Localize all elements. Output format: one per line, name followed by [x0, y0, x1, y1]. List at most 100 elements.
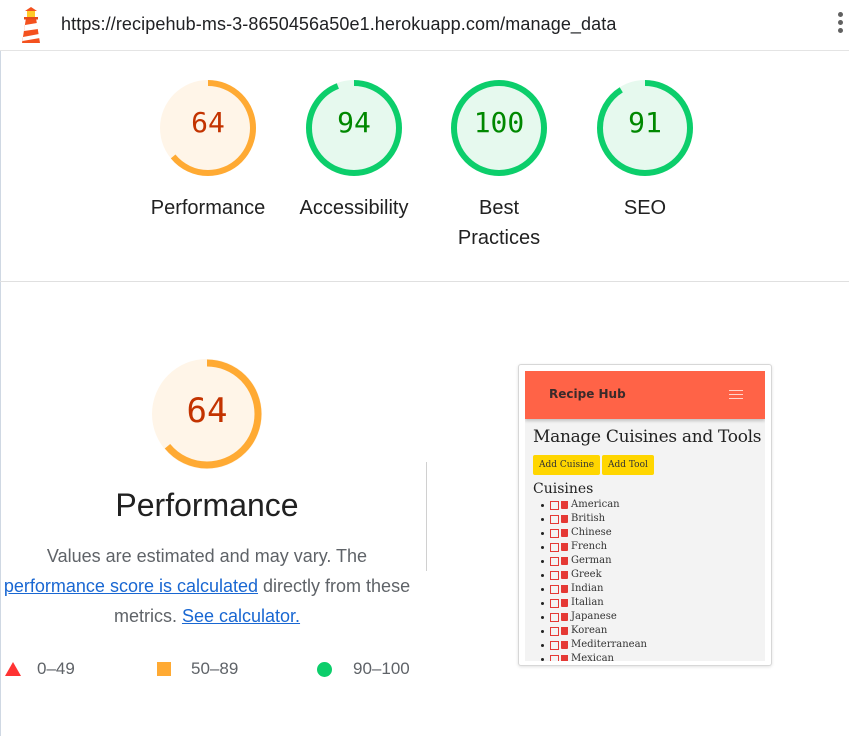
screenshot-section-title: Cuisines — [533, 481, 594, 497]
legend-range: 0–49 — [37, 659, 75, 678]
circle-icon — [317, 661, 332, 677]
edit-icon — [550, 570, 559, 580]
trash-icon — [561, 543, 568, 551]
trash-icon — [561, 599, 568, 607]
cuisine-name: French — [571, 541, 608, 552]
legend-fail: 0–49 — [5, 656, 75, 682]
list-item: Chinese — [541, 526, 647, 540]
edit-icon — [550, 626, 559, 636]
bullet-icon — [541, 517, 544, 521]
bullet-icon — [541, 629, 544, 633]
gauge-label: Best Practices — [457, 197, 541, 249]
list-item: French — [541, 540, 647, 554]
bullet-icon — [541, 587, 544, 591]
trash-icon — [561, 529, 568, 537]
cuisine-name: Chinese — [571, 527, 612, 538]
edit-icon — [550, 640, 559, 650]
gauge-best-practices[interactable]: 100 Best Practices — [429, 78, 569, 253]
trash-icon — [561, 501, 568, 509]
edit-icon — [550, 528, 559, 538]
gauge-accessibility[interactable]: 94 Accessibility — [284, 78, 424, 223]
lighthouse-icon — [22, 7, 40, 43]
trash-icon — [561, 613, 568, 621]
gauge-score: 100 — [473, 106, 525, 139]
edit-icon — [550, 500, 559, 510]
square-icon — [157, 662, 171, 676]
screenshot-add-tool-button: Add Tool — [602, 455, 654, 475]
page-url: https://recipehub-ms-3-8650456a50e1.hero… — [61, 14, 617, 34]
list-item: Indian — [541, 582, 647, 596]
trash-icon — [561, 557, 568, 565]
trash-icon — [561, 515, 568, 523]
edit-icon — [550, 612, 559, 622]
screenshot-add-cuisine-button: Add Cuisine — [533, 455, 601, 475]
cuisine-name: German — [571, 555, 612, 566]
edit-icon — [550, 556, 559, 566]
list-item: Greek — [541, 568, 647, 582]
vertical-dots-icon[interactable] — [833, 12, 847, 38]
list-item: German — [541, 554, 647, 568]
gauge-label: Accessibility — [299, 197, 409, 219]
screenshot-brand: Recipe Hub — [549, 387, 626, 401]
performance-gauge-large: 64 — [150, 357, 264, 471]
hamburger-icon — [729, 390, 743, 402]
trash-icon — [561, 571, 568, 579]
gauge-performance[interactable]: 64 Performance — [138, 78, 278, 223]
trash-icon — [561, 585, 568, 593]
list-item: Korean — [541, 624, 647, 638]
list-item: Italian — [541, 596, 647, 610]
list-item: Mexican — [541, 652, 647, 661]
edit-icon — [550, 654, 559, 661]
screenshot-page: Recipe Hub Manage Cuisines and Tools Add… — [525, 371, 765, 661]
cuisine-name: Mexican — [571, 653, 614, 661]
gauge-score: 94 — [337, 106, 371, 139]
bullet-icon — [541, 615, 544, 619]
performance-title: Performance — [115, 487, 299, 523]
vertical-divider — [426, 462, 427, 571]
bullet-icon — [541, 545, 544, 549]
legend-pass: 90–100 — [317, 656, 410, 682]
legend-range: 90–100 — [353, 659, 410, 678]
gauge-score: 91 — [628, 106, 662, 139]
bullet-icon — [541, 531, 544, 535]
cuisine-name: Greek — [571, 569, 602, 580]
score-calculated-link[interactable]: performance score is calculated — [4, 576, 258, 596]
cuisine-name: Italian — [571, 597, 604, 608]
cuisine-name: Mediterranean — [571, 639, 647, 650]
gauge-seo[interactable]: 91 SEO — [575, 78, 715, 223]
performance-score: 64 — [186, 391, 228, 431]
list-item: American — [541, 498, 647, 512]
gauge-label: Performance — [150, 197, 266, 219]
gauge-score: 64 — [191, 106, 225, 139]
legend-range: 50–89 — [191, 659, 239, 678]
list-item: British — [541, 512, 647, 526]
edit-icon — [550, 598, 559, 608]
triangle-icon — [5, 662, 21, 676]
performance-description: Values are estimated and may vary. The p… — [0, 541, 414, 631]
cuisine-name: American — [571, 499, 620, 510]
bullet-icon — [541, 643, 544, 647]
score-legend: 0–49 50–89 90–100 — [0, 656, 430, 682]
gauge-label: SEO — [623, 197, 667, 219]
screenshot-navbar: Recipe Hub — [525, 371, 765, 419]
see-calculator-link[interactable]: See calculator. — [182, 606, 300, 626]
scores-summary: 64 Performance 94 Accessibility 100 Best… — [0, 51, 849, 282]
bullet-icon — [541, 601, 544, 605]
screenshot-heading: Manage Cuisines and Tools — [533, 427, 762, 447]
cuisine-name: Korean — [571, 625, 608, 636]
desc-text: Values are estimated and may vary. The — [46, 546, 368, 566]
cuisine-name: British — [571, 513, 606, 524]
list-item: Mediterranean — [541, 638, 647, 652]
cuisine-name: Japanese — [571, 611, 617, 622]
bullet-icon — [541, 573, 544, 577]
trash-icon — [561, 627, 568, 635]
legend-average: 50–89 — [157, 656, 238, 682]
screenshot-cuisine-list: American British Chinese French German Greek I… — [541, 498, 647, 661]
edit-icon — [550, 514, 559, 524]
final-screenshot-thumbnail[interactable]: Recipe Hub Manage Cuisines and Tools Add… — [518, 364, 772, 666]
trash-icon — [561, 655, 568, 661]
edit-icon — [550, 542, 559, 552]
list-item: Japanese — [541, 610, 647, 624]
bullet-icon — [541, 657, 544, 661]
edit-icon — [550, 584, 559, 594]
